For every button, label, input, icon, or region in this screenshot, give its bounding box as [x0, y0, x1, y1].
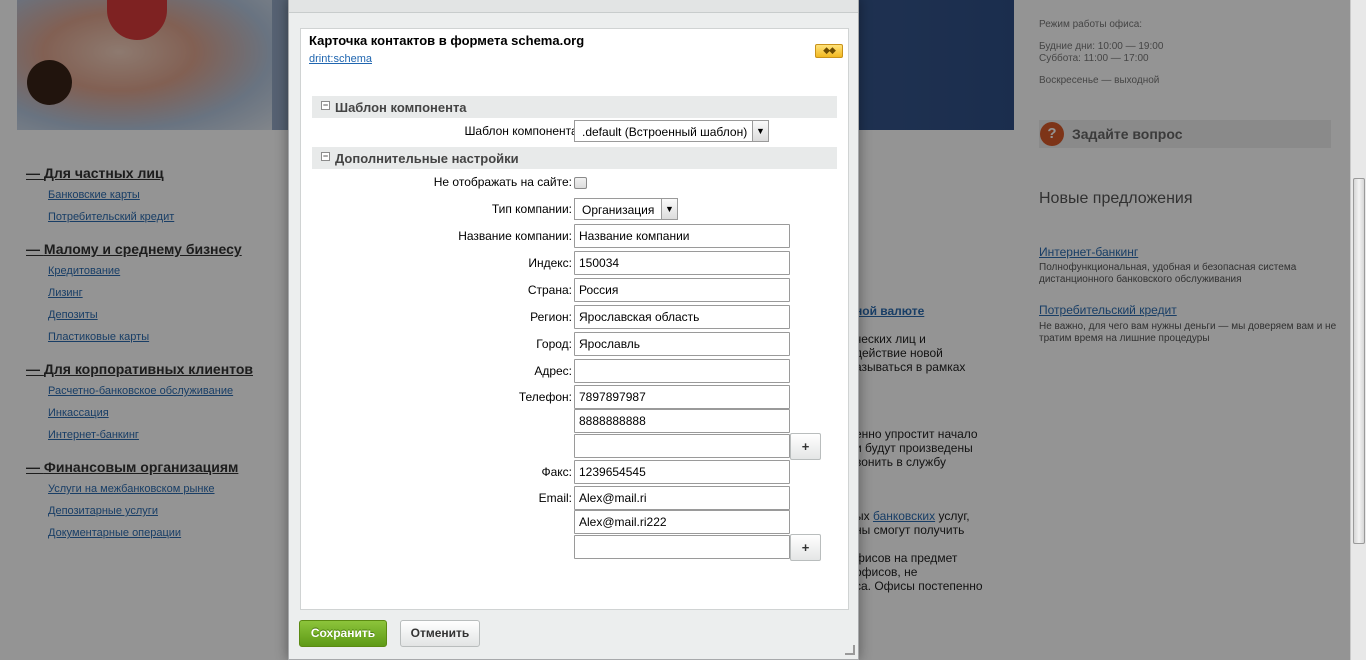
template-select-value: .default (Встроенный шаблон) [582, 125, 748, 139]
hide-on-site-checkbox[interactable] [574, 177, 587, 189]
company-type-select-value: Организация [582, 203, 655, 217]
address-label: Адрес: [534, 364, 572, 378]
country-label: Страна: [527, 283, 572, 297]
phone-input[interactable] [574, 385, 790, 409]
hide-on-site-label: Не отображать на сайте: [433, 175, 572, 189]
section-template-header[interactable]: − Шаблон компонента [312, 96, 837, 118]
phone-label: Телефон: [518, 390, 572, 404]
index-label: Индекс: [528, 256, 572, 270]
section-template-title: Шаблон компонента [335, 100, 467, 115]
add-email-button[interactable]: + [790, 534, 821, 561]
cancel-button[interactable]: Отменить [400, 620, 480, 647]
region-input[interactable] [574, 305, 790, 329]
phone-input[interactable] [574, 409, 790, 433]
dialog-content-panel: Карточка контактов в формета schema.org … [300, 28, 849, 610]
component-settings-dialog: Карточка контактов в формета schema.org … [288, 0, 859, 660]
save-button[interactable]: Сохранить [299, 620, 387, 647]
collapse-icon[interactable]: − [321, 152, 330, 161]
city-input[interactable] [574, 332, 790, 356]
address-input[interactable] [574, 359, 790, 383]
scrollbar-thumb[interactable] [1353, 178, 1365, 544]
template-label: Шаблон компонента: [464, 124, 581, 138]
section-additional-header[interactable]: − Дополнительные настройки [312, 147, 837, 169]
chevron-down-icon: ▼ [661, 199, 677, 219]
index-input[interactable] [574, 251, 790, 275]
section-additional-title: Дополнительные настройки [335, 151, 519, 166]
company-name-label: Название компании: [458, 229, 572, 243]
dialog-title: Карточка контактов в формета schema.org [309, 33, 585, 48]
template-select[interactable]: .default (Встроенный шаблон) ▼ [574, 120, 769, 142]
component-code-link[interactable]: drint:schema [309, 53, 372, 65]
resize-grip-icon[interactable] [845, 645, 855, 655]
fax-label: Факс: [541, 465, 572, 479]
email-input[interactable] [574, 535, 790, 559]
email-input[interactable] [574, 510, 790, 534]
page-scrollbar[interactable] [1350, 0, 1366, 660]
puzzle-icon: ◆◆ [815, 44, 843, 58]
city-label: Город: [536, 337, 572, 351]
email-label: Email: [538, 491, 572, 505]
collapse-icon[interactable]: − [321, 101, 330, 110]
dialog-drag-bar[interactable] [289, 0, 858, 13]
fax-input[interactable] [574, 460, 790, 484]
country-input[interactable] [574, 278, 790, 302]
email-input[interactable] [574, 486, 790, 510]
add-phone-button[interactable]: + [790, 433, 821, 460]
company-type-label: Тип компании: [491, 202, 572, 216]
phone-input[interactable] [574, 434, 790, 458]
company-name-input[interactable] [574, 224, 790, 248]
company-type-select[interactable]: Организация ▼ [574, 198, 678, 220]
chevron-down-icon: ▼ [752, 121, 768, 141]
region-label: Регион: [530, 310, 572, 324]
